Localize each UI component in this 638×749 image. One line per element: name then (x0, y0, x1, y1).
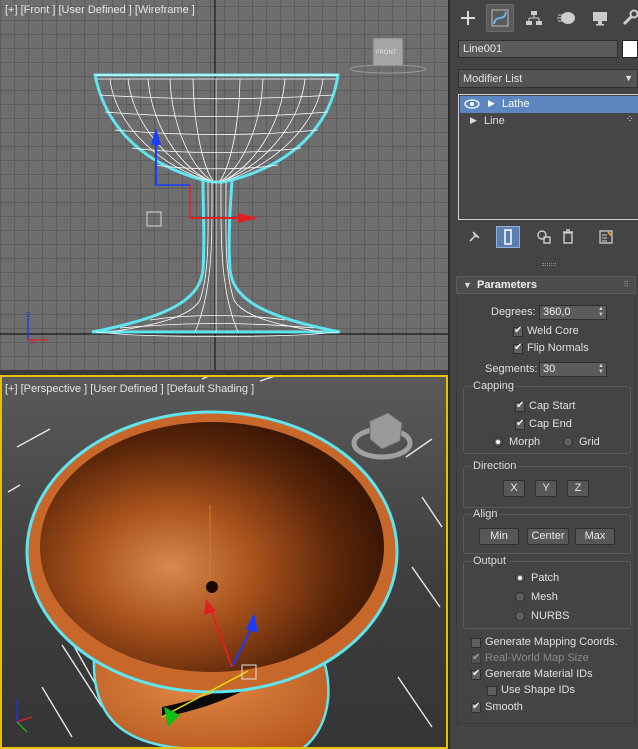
use-shape-ids-label: Use Shape IDs (501, 684, 575, 696)
cap-end-checkbox[interactable] (515, 418, 525, 430)
cap-start-label: Cap Start (529, 400, 576, 412)
mesh-radio[interactable] (515, 592, 525, 602)
configure-list-icon (599, 230, 613, 244)
wrench-icon (622, 9, 638, 26)
expand-triangle-icon[interactable]: ▶ (470, 115, 477, 126)
segments-spinner[interactable]: 30 ▲ ▼ (539, 362, 607, 377)
segments-label: Segments: (485, 363, 538, 375)
generate-material-ids-label: Generate Material IDs (485, 668, 593, 680)
direction-title: Direction (471, 460, 519, 472)
parameters-rollout: Degrees: 360,0 ▲▼ Weld Core Flip Normals… (456, 294, 636, 724)
real-world-map-checkbox[interactable] (471, 652, 481, 664)
output-title: Output (471, 555, 509, 567)
front-viewport-label[interactable]: [+] [Front ] [User Defined ] [Wireframe … (5, 4, 195, 16)
align-min-button[interactable]: Min (479, 528, 519, 545)
object-name-field[interactable]: Line001 (458, 40, 618, 58)
morph-label: Morph (509, 436, 541, 448)
degrees-value: 360,0 (543, 306, 571, 318)
direction-z-button[interactable]: Z (567, 480, 589, 497)
command-panel-tabs (450, 0, 638, 36)
smooth-label: Smooth (485, 701, 523, 713)
modify-curve-icon (491, 9, 509, 27)
align-max-button[interactable]: Max (575, 528, 615, 545)
front-viewport[interactable]: z x [+] [Front ] [User Defined ] [Wirefr… (0, 0, 448, 370)
perspective-goblet-render (7, 377, 443, 747)
display-monitor-icon (593, 12, 607, 26)
flip-normals-checkbox[interactable] (513, 342, 523, 354)
mesh-label: Mesh (531, 591, 558, 603)
perspective-viewport-label[interactable]: [+] [Perspective ] [User Defined ] [Defa… (5, 383, 254, 395)
spline-vertices-icon: ⁘ (625, 114, 634, 125)
pin-stack-button[interactable] (462, 226, 486, 248)
smooth-checkbox[interactable] (471, 701, 481, 713)
plus-icon (461, 11, 475, 25)
panel-resize-grip[interactable] (542, 263, 556, 266)
stack-item-lathe[interactable]: ▶ Lathe (460, 96, 638, 113)
grid-radio[interactable] (563, 437, 573, 447)
modify-tab[interactable] (486, 4, 514, 32)
rollout-grip-icon: ⠿ (623, 280, 629, 289)
remove-modifier-button[interactable] (556, 226, 580, 248)
hierarchy-tab[interactable] (520, 4, 548, 32)
patch-label: Patch (531, 572, 560, 584)
real-world-map-label: Real-World Map Size (485, 652, 589, 664)
spinner-arrows-icon[interactable]: ▲ ▼ (598, 306, 604, 318)
weld-core-checkbox[interactable] (513, 325, 523, 337)
svg-text:z: z (26, 310, 30, 319)
rollout-title: Parameters (477, 279, 537, 291)
stack-item-label: Lathe (502, 98, 530, 110)
end-result-icon (504, 229, 512, 245)
make-unique-icon (537, 230, 551, 244)
cap-start-checkbox[interactable] (515, 400, 525, 412)
stack-item-line[interactable]: ▶ Line ⁘ (460, 113, 638, 130)
collapse-triangle-icon: ▼ (463, 280, 472, 290)
create-tab[interactable] (454, 4, 482, 32)
degrees-label: Degrees: (491, 306, 536, 318)
modifier-list-dropdown[interactable]: Modifier List ▼ (458, 69, 638, 88)
stack-item-label: Line (484, 115, 505, 127)
segments-value: 30 (543, 363, 556, 375)
chevron-down-icon: ▼ (624, 73, 633, 83)
expand-triangle-icon[interactable]: ▶ (488, 98, 495, 109)
motion-tab[interactable] (552, 4, 580, 32)
direction-y-button[interactable]: Y (535, 480, 557, 497)
nurbs-radio[interactable] (515, 611, 525, 621)
command-panel: Line001 Modifier List ▼ ▶ Lathe ▶ Line ⁘ (448, 0, 638, 749)
patch-radio[interactable] (515, 573, 525, 583)
spinner-arrows-icon[interactable]: ▲ ▼ (598, 363, 604, 375)
viewcube-front-label[interactable]: FRONT (376, 49, 397, 56)
nurbs-label: NURBS (531, 610, 570, 622)
parameters-rollout-header[interactable]: ▼ Parameters ⠿ (456, 276, 636, 294)
configure-modifier-sets-button[interactable] (594, 226, 618, 248)
cap-end-label: Cap End (529, 418, 572, 430)
stack-toolbar (458, 226, 638, 248)
degrees-spinner[interactable]: 360,0 ▲ ▼ (539, 305, 607, 320)
utilities-tab[interactable] (616, 4, 638, 32)
flip-normals-label: Flip Normals (527, 342, 589, 354)
generate-mapping-checkbox[interactable] (471, 638, 481, 648)
perspective-viewport[interactable]: [+] [Perspective ] [User Defined ] [Defa… (0, 375, 448, 749)
modifier-stack: ▶ Lathe ▶ Line ⁘ (458, 94, 638, 220)
modifier-list-label: Modifier List (463, 73, 523, 85)
pin-icon (469, 231, 480, 242)
direction-x-button[interactable]: X (503, 480, 525, 497)
svg-text:x: x (30, 338, 35, 347)
weld-core-label: Weld Core (527, 325, 579, 337)
trash-icon (563, 229, 573, 244)
grid-label: Grid (579, 436, 600, 448)
align-center-button[interactable]: Center (527, 528, 569, 545)
morph-radio[interactable] (493, 437, 503, 447)
object-color-swatch[interactable] (622, 40, 638, 58)
generate-material-ids-checkbox[interactable] (471, 668, 481, 680)
hierarchy-icon (526, 11, 542, 25)
eye-icon[interactable] (464, 98, 480, 110)
motion-icon (557, 12, 575, 24)
make-unique-button[interactable] (532, 226, 556, 248)
display-tab[interactable] (586, 4, 614, 32)
use-shape-ids-checkbox[interactable] (487, 686, 497, 696)
capping-title: Capping (471, 380, 516, 392)
generate-mapping-label: Generate Mapping Coords. (485, 636, 618, 648)
align-title: Align (471, 508, 500, 520)
show-end-result-button[interactable] (496, 226, 520, 248)
